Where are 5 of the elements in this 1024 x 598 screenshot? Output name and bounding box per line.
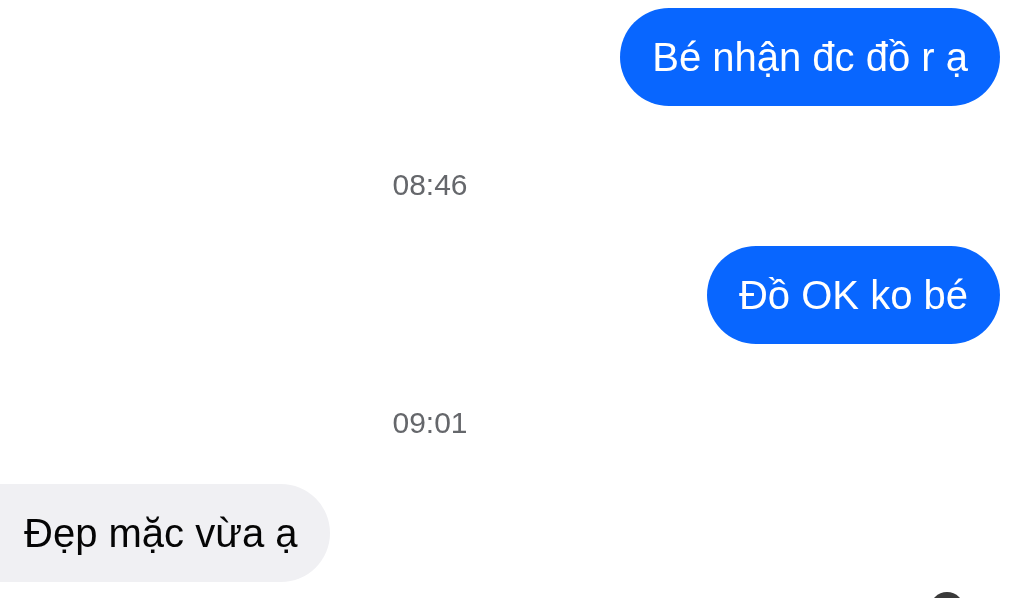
sent-message-bubble: Đồ OK ko bé — [707, 246, 1000, 344]
timestamp: 09:01 — [392, 405, 468, 441]
received-message-bubble: Đẹp mặc vừa ạ — [0, 484, 330, 582]
timestamp: 08:46 — [392, 167, 468, 203]
sent-message-bubble: Bé nhận đc đồ r ạ — [620, 8, 1000, 106]
